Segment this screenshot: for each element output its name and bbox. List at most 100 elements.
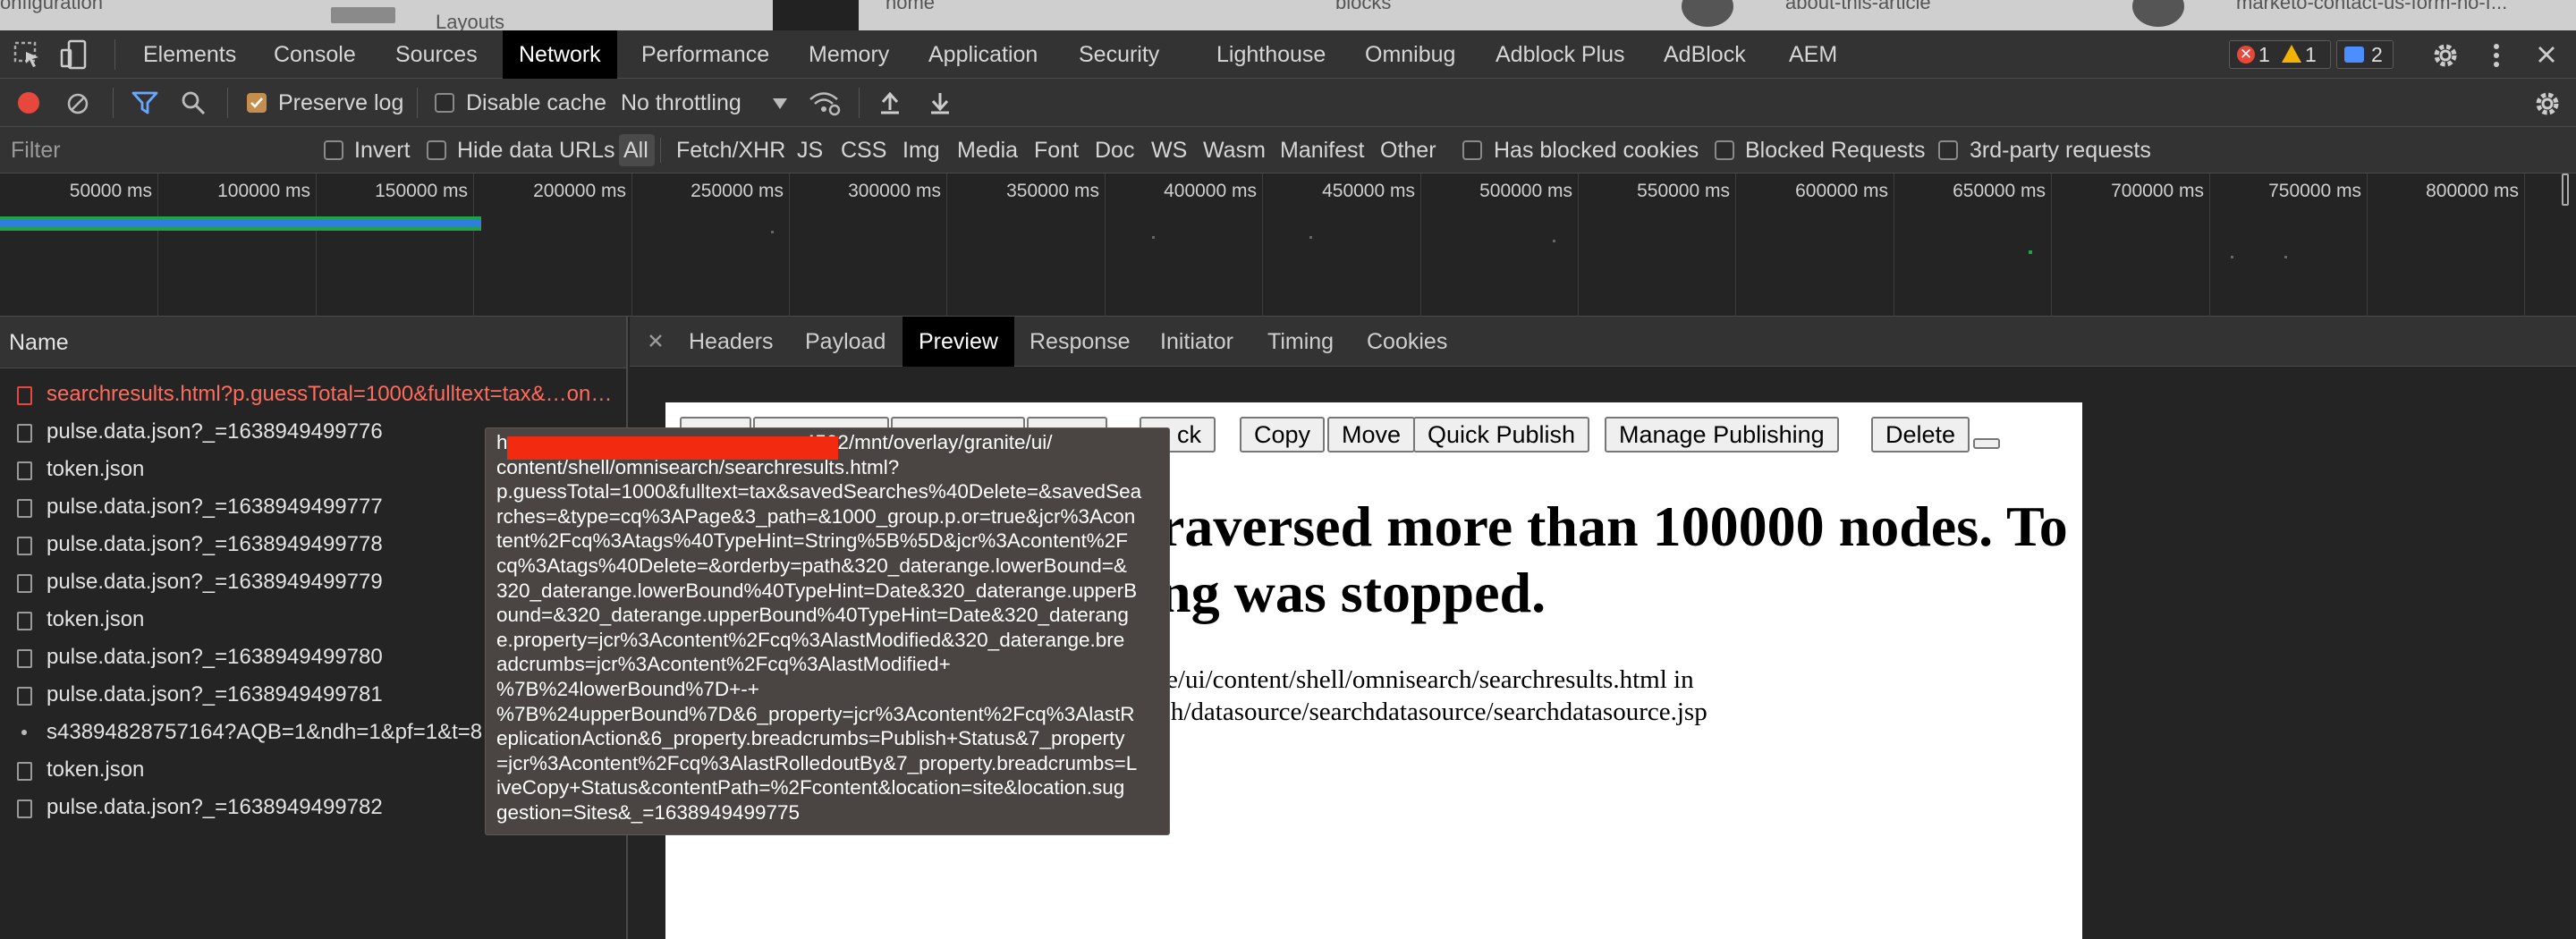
tab-omnibug[interactable]: Omnibug — [1365, 30, 1455, 79]
timeline-bar-green — [0, 227, 481, 231]
tab-application[interactable]: Application — [928, 30, 1038, 79]
tab-security[interactable]: Security — [1079, 30, 1159, 79]
filter-type-img[interactable]: Img — [902, 127, 940, 173]
button-label: Move — [1342, 421, 1402, 448]
filter-type-media[interactable]: Media — [957, 127, 1018, 173]
filter-type-other[interactable]: Other — [1380, 127, 1436, 173]
move-button[interactable]: Move — [1327, 417, 1416, 453]
inspect-element-icon[interactable] — [13, 41, 43, 68]
tab-cookies[interactable]: Cookies — [1367, 317, 1447, 367]
third-party-requests-checkbox[interactable] — [1938, 140, 1958, 160]
request-row[interactable]: searchresults.html?p.guessTotal=1000&ful… — [0, 376, 626, 413]
tab-sources[interactable]: Sources — [395, 30, 478, 79]
tab-headers[interactable]: Headers — [689, 317, 774, 367]
hide-data-urls-checkbox[interactable] — [427, 140, 446, 160]
browser-tab[interactable]: onfiguration — [0, 0, 103, 23]
tab-initiator[interactable]: Initiator — [1160, 317, 1233, 367]
tab-label: Adblock Plus — [1496, 42, 1625, 67]
invert-label: Invert — [354, 138, 411, 163]
record-icon[interactable] — [18, 92, 39, 114]
tab-label: Sources — [395, 42, 478, 67]
issues-badge-group[interactable]: ✕ 1 1 — [2229, 40, 2331, 69]
tab-adblock[interactable]: AdBlock — [1664, 30, 1746, 79]
tab-payload[interactable]: Payload — [805, 317, 886, 367]
tab-response[interactable]: Response — [1030, 317, 1131, 367]
delete-button[interactable]: Delete — [1871, 417, 1970, 453]
column-header-label: Name — [9, 330, 69, 355]
search-icon[interactable] — [179, 89, 208, 116]
more-options-icon[interactable] — [2483, 39, 2510, 72]
timeline-dot — [2029, 250, 2032, 254]
copy-button[interactable]: Copy — [1240, 417, 1326, 453]
timeline-range-handle[interactable] — [2562, 173, 2569, 206]
tab-label: Elements — [143, 42, 237, 67]
network-overview-timeline[interactable]: 50000 ms 100000 ms 150000 ms 200000 ms 25000… — [0, 173, 2576, 317]
filter-input[interactable]: Filter — [0, 132, 304, 168]
request-name: token.json — [47, 607, 145, 631]
document-icon — [17, 537, 32, 555]
timeline-tick-label: 350000 ms — [1006, 181, 1099, 201]
disable-cache-checkbox[interactable] — [435, 93, 454, 113]
tab-console[interactable]: Console — [274, 30, 356, 79]
document-icon — [17, 612, 32, 630]
device-toolbar-icon[interactable] — [59, 39, 89, 70]
tab-adblock-plus[interactable]: Adblock Plus — [1496, 30, 1625, 79]
gear-icon[interactable] — [2429, 39, 2462, 72]
tab-performance[interactable]: Performance — [641, 30, 769, 79]
filter-type-all[interactable]: All — [623, 127, 648, 173]
timeline-tick-label: 800000 ms — [2426, 181, 2519, 201]
close-icon[interactable] — [2533, 41, 2560, 68]
request-name: pulse.data.json?_=1638949499780 — [47, 645, 383, 669]
filter-icon[interactable] — [131, 89, 159, 116]
name-column-header[interactable]: Name — [0, 317, 626, 368]
clear-icon[interactable] — [64, 90, 91, 117]
filter-type-js[interactable]: JS — [797, 127, 823, 173]
filter-type-doc[interactable]: Doc — [1095, 127, 1134, 173]
filter-type-wasm[interactable]: Wasm — [1203, 127, 1266, 173]
network-settings-gear-icon[interactable] — [2531, 88, 2563, 120]
filter-type-ws[interactable]: WS — [1151, 127, 1187, 173]
network-conditions-icon[interactable] — [809, 89, 841, 116]
message-icon — [2344, 47, 2364, 63]
timeline-tick-label: 400000 ms — [1164, 181, 1257, 201]
beacon-icon — [21, 730, 27, 735]
filter-type-css[interactable]: CSS — [841, 127, 886, 173]
close-detail-icon[interactable] — [646, 331, 665, 351]
tooltip-url-line: 320_daterange.lowerBound%40TypeHint=Date… — [496, 579, 1138, 602]
request-name: s43894828757164?AQB=1&ndh=1&pf=1&t=8 — [47, 720, 483, 744]
filter-type-fetch-xhr[interactable]: Fetch/XHR — [676, 127, 785, 173]
filter-type-font[interactable]: Font — [1034, 127, 1079, 173]
export-har-icon[interactable] — [927, 89, 953, 116]
document-icon — [17, 762, 32, 781]
blocked-requests-checkbox[interactable] — [1715, 140, 1734, 160]
timeline-gridline — [157, 173, 158, 317]
invert-checkbox[interactable] — [324, 140, 343, 160]
throttling-select[interactable]: No throttling — [608, 86, 792, 120]
filter-type-manifest[interactable]: Manifest — [1280, 127, 1364, 173]
browser-tab[interactable]: Layouts — [436, 13, 504, 30]
tooltip-url-line: rches=&type=cq%3APage&3_path=&1000_group… — [496, 504, 1136, 528]
tab-timing[interactable]: Timing — [1267, 317, 1334, 367]
messages-badge[interactable]: 2 — [2336, 40, 2394, 69]
browser-tab[interactable]: marketo-contact-us-form-no-f... — [2236, 0, 2507, 23]
tab-aem[interactable]: AEM — [1789, 30, 1837, 79]
timeline-dot — [2284, 256, 2287, 258]
tab-preview[interactable]: Preview — [902, 317, 1014, 367]
tab-elements[interactable]: Elements — [143, 30, 236, 79]
quick-publish-button[interactable]: Quick Publish — [1413, 417, 1590, 453]
tab-thumbnail — [773, 0, 859, 30]
tab-memory[interactable]: Memory — [809, 30, 889, 79]
empty-button[interactable] — [1973, 438, 2000, 449]
manage-publishing-button[interactable]: Manage Publishing — [1605, 417, 1839, 453]
import-har-icon[interactable] — [877, 89, 903, 116]
tab-lighthouse[interactable]: Lighthouse — [1216, 30, 1326, 79]
tab-label: Timing — [1267, 329, 1335, 354]
tab-network[interactable]: Network — [503, 30, 617, 79]
preserve-log-checkbox[interactable] — [247, 93, 267, 113]
filter-type-label: WS — [1151, 138, 1188, 163]
browser-tab[interactable]: blocks — [1335, 0, 1391, 23]
browser-tab[interactable]: home — [886, 0, 935, 23]
browser-tab[interactable]: about-this-article — [1785, 0, 1931, 23]
has-blocked-cookies-checkbox[interactable] — [1462, 140, 1482, 160]
timeline-gridline — [473, 173, 474, 317]
